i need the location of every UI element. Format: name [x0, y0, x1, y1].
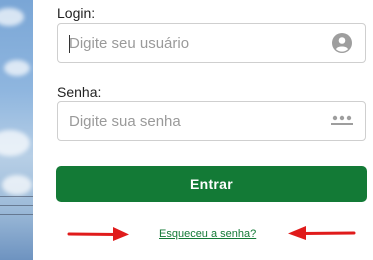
- background-sky-image: [0, 0, 33, 260]
- senha-label: Senha:: [57, 84, 102, 100]
- senha-field[interactable]: [57, 101, 366, 141]
- password-dots-icon: [331, 110, 353, 132]
- login-input[interactable]: [58, 24, 331, 62]
- entrar-button[interactable]: Entrar: [56, 166, 367, 202]
- user-avatar-icon: [331, 32, 353, 54]
- red-arrow-right-icon: [67, 227, 129, 241]
- login-page: Login: Senha: Entrar Esqueceu a senh: [0, 0, 373, 260]
- forgot-password-link[interactable]: Esqueceu a senha?: [159, 228, 256, 240]
- login-label: Login:: [57, 5, 96, 21]
- login-field[interactable]: [57, 23, 366, 63]
- text-caret: [69, 35, 70, 53]
- senha-input[interactable]: [58, 102, 331, 140]
- red-arrow-left-icon: [288, 226, 356, 240]
